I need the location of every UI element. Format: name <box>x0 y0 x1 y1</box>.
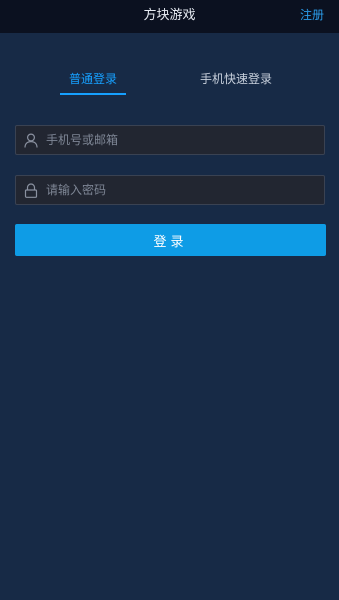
password-field[interactable] <box>15 175 325 205</box>
register-link[interactable]: 注册 <box>300 0 324 33</box>
login-button[interactable]: 登录 <box>15 224 326 256</box>
lock-icon <box>24 183 38 198</box>
user-icon <box>24 133 38 148</box>
account-field[interactable] <box>15 125 325 155</box>
account-input[interactable] <box>46 126 316 154</box>
tab-normal-login[interactable]: 普通登录 <box>60 67 126 95</box>
tab-phone-quick-login[interactable]: 手机快速登录 <box>196 67 276 95</box>
top-bar: 方块游戏 注册 <box>0 0 339 33</box>
page-title: 方块游戏 <box>143 8 196 23</box>
password-input[interactable] <box>46 176 316 204</box>
